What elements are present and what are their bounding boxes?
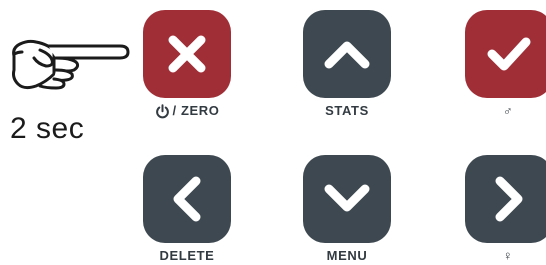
- hold-duration-text: 2 sec: [10, 112, 85, 145]
- stats-up-button[interactable]: [303, 10, 391, 98]
- zero-power-label: / ZERO: [138, 102, 236, 120]
- male-label: ♂: [502, 103, 514, 118]
- female-right-button[interactable]: [465, 155, 546, 243]
- close-icon: [168, 35, 206, 73]
- menu-label: MENU: [326, 248, 368, 263]
- zero-power-label-text: / ZERO: [172, 103, 220, 118]
- male-confirm-button[interactable]: [465, 10, 546, 98]
- pointing-hand-icon: [10, 34, 132, 94]
- delete-left-button[interactable]: [143, 155, 231, 243]
- zero-power-button[interactable]: [143, 10, 231, 98]
- chevron-down-icon: [324, 184, 370, 212]
- power-icon: [155, 103, 170, 119]
- chevron-up-icon: [324, 41, 370, 69]
- chevron-right-icon: [495, 176, 523, 222]
- delete-label: DELETE: [159, 248, 215, 263]
- checkmark-icon: [487, 37, 531, 71]
- chevron-left-icon: [173, 176, 201, 222]
- female-label: ♀: [502, 248, 514, 263]
- stats-label: STATS: [325, 103, 369, 118]
- menu-down-button[interactable]: [303, 155, 391, 243]
